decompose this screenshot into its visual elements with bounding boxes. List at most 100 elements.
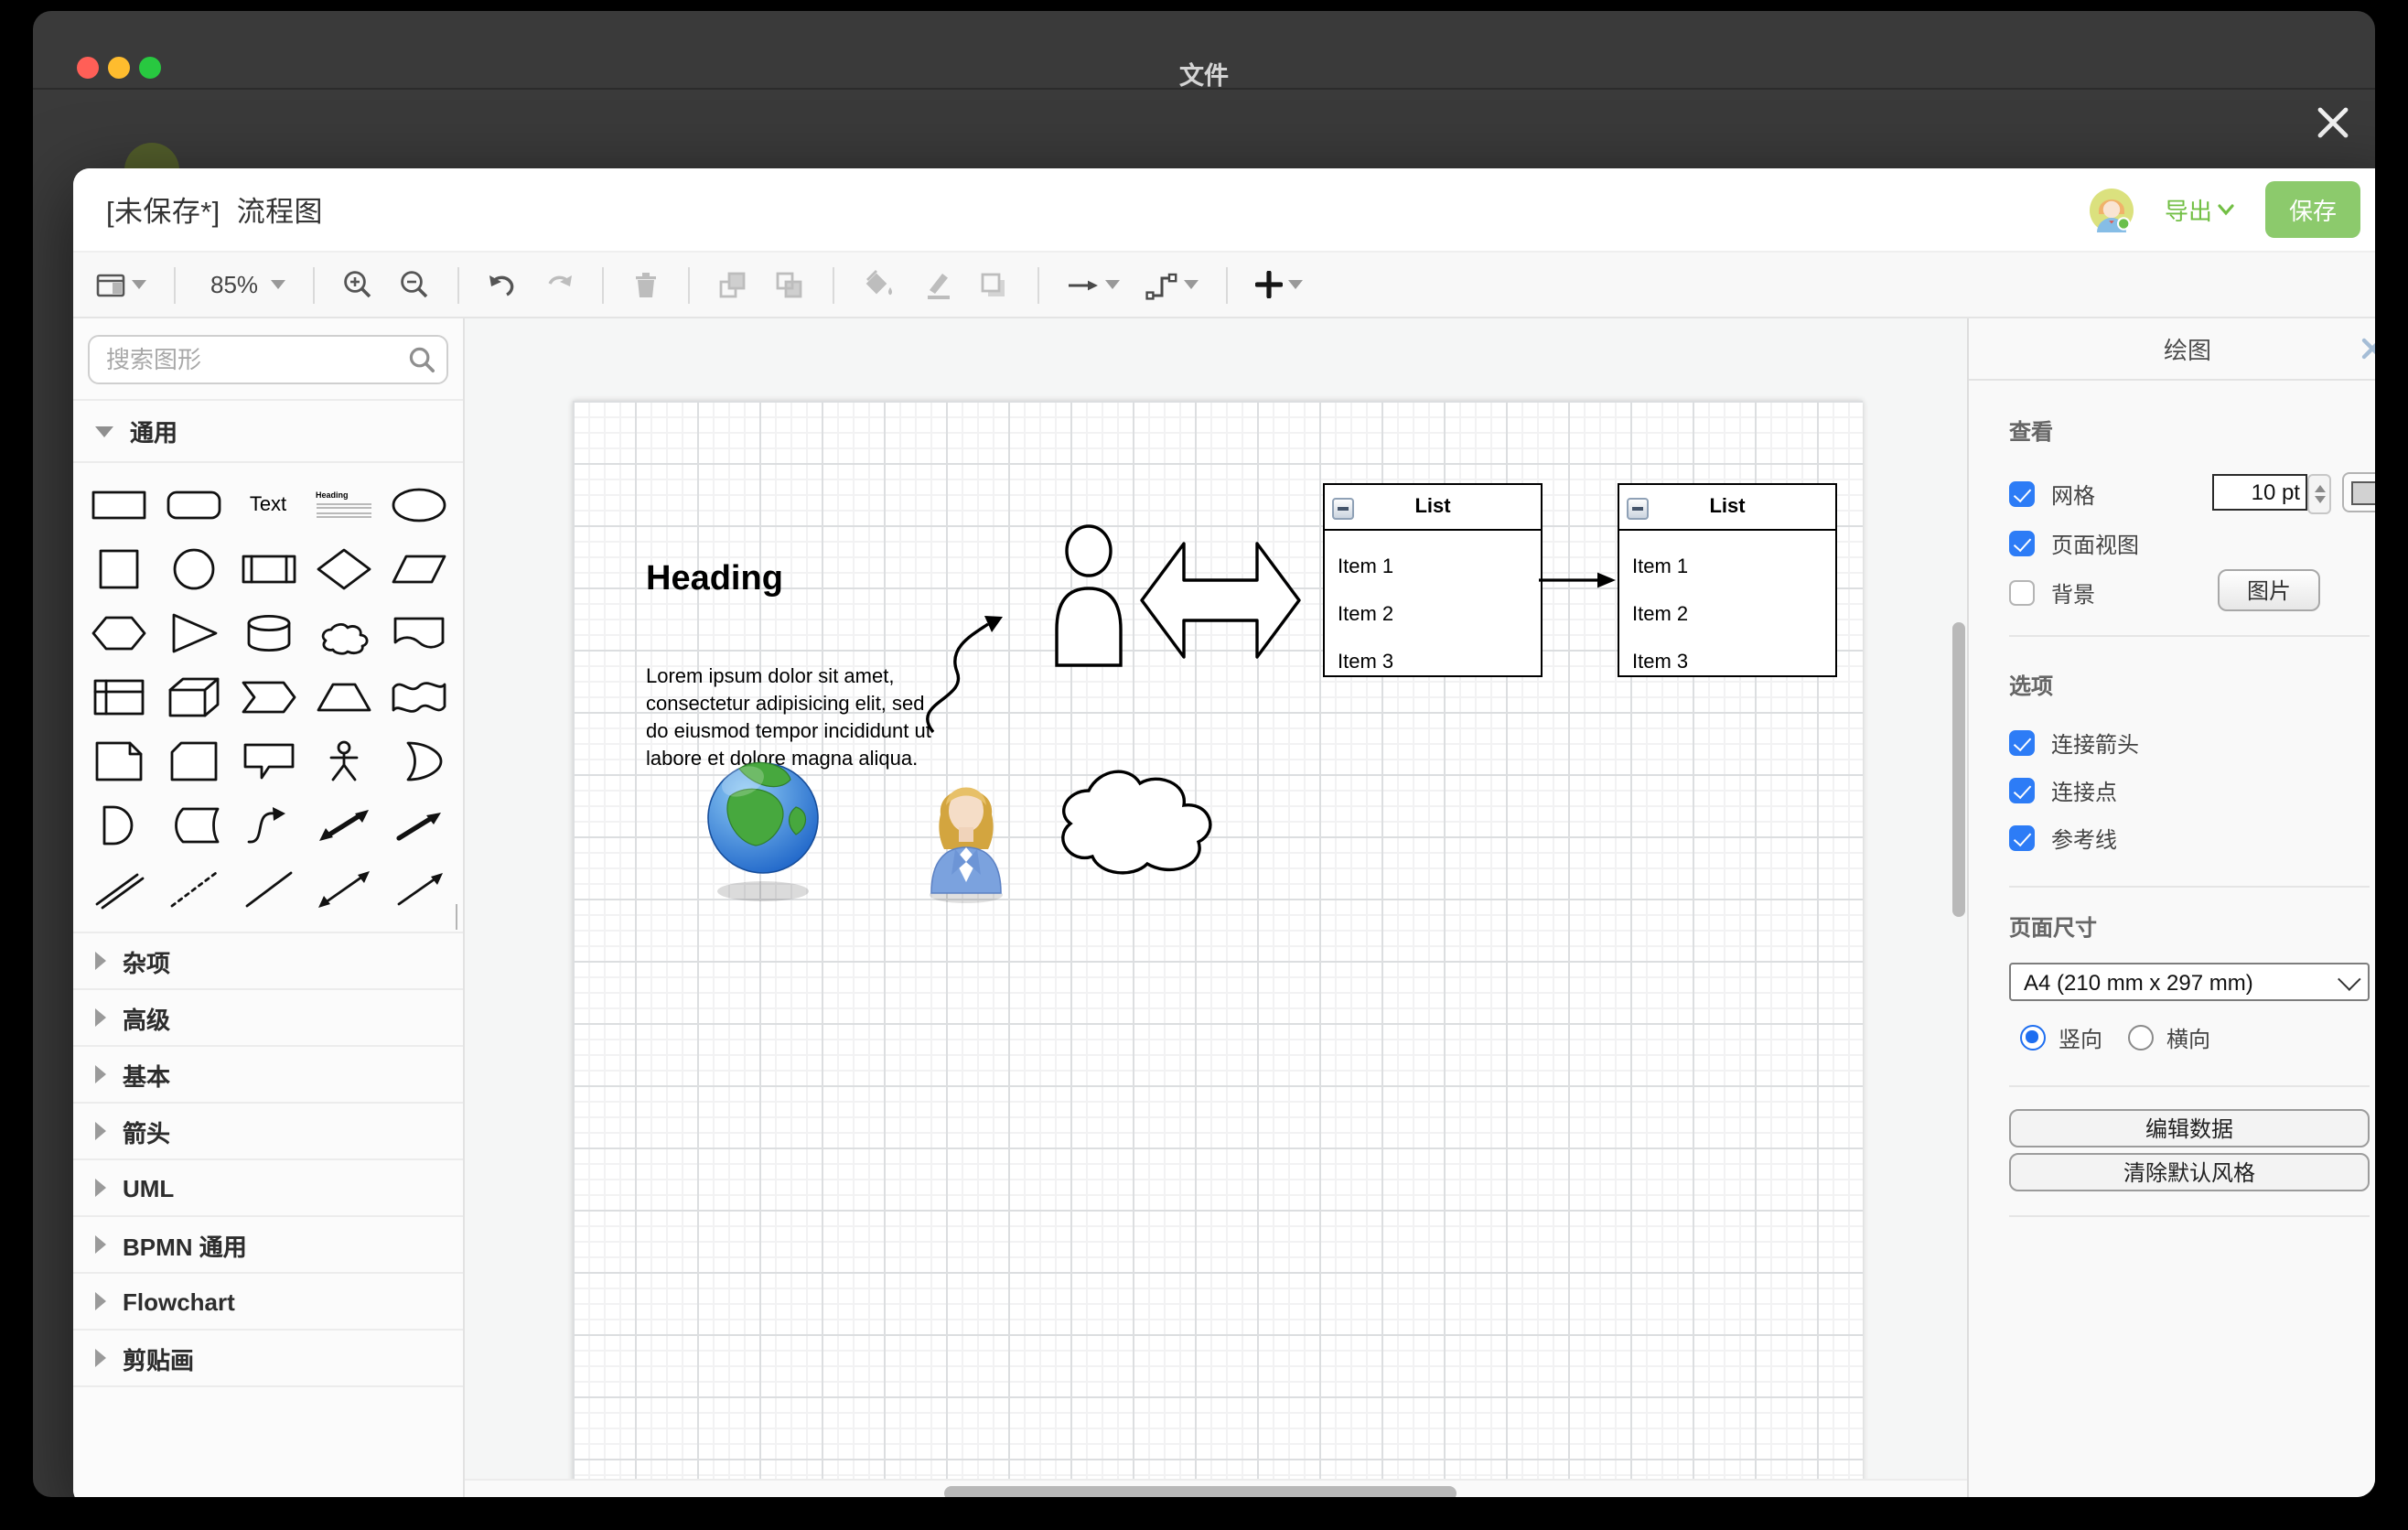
sidebar-section-clipart[interactable]: 剪贴画 <box>73 1329 463 1385</box>
shape-diamond[interactable] <box>306 536 381 600</box>
shape-document[interactable] <box>381 600 456 664</box>
shape-directional-connector[interactable] <box>381 857 456 921</box>
shape-cube[interactable] <box>156 664 231 728</box>
shape-circle[interactable] <box>156 536 231 600</box>
woman-clipart[interactable] <box>922 765 1010 904</box>
landscape-radio[interactable] <box>2128 1025 2154 1051</box>
guides-checkbox[interactable] <box>2009 825 2035 851</box>
search-input[interactable] <box>88 335 448 384</box>
sidebar-section-arrows[interactable]: 箭头 <box>73 1102 463 1158</box>
double-arrow-shape[interactable] <box>1140 525 1301 675</box>
shape-link[interactable] <box>81 857 156 921</box>
shape-triangle[interactable] <box>156 600 231 664</box>
shape-square[interactable] <box>81 536 156 600</box>
shape-step[interactable] <box>231 664 306 728</box>
list-item[interactable]: Item 3 <box>1619 639 1835 686</box>
delete-button[interactable] <box>626 266 666 303</box>
redo-button[interactable] <box>538 266 580 303</box>
shape-bidirectional-arrow[interactable] <box>306 792 381 857</box>
zoom-in-button[interactable] <box>337 265 379 304</box>
background-checkbox[interactable] <box>2009 580 2035 606</box>
canvas-heading-text[interactable]: Heading <box>646 560 783 600</box>
sidebar-section-bpmn[interactable]: BPMN 通用 <box>73 1215 463 1272</box>
curved-arrow-shape[interactable] <box>919 604 1028 747</box>
grid-color-button[interactable] <box>2342 472 2375 512</box>
to-back-button[interactable] <box>769 266 811 303</box>
sidebar-section-advanced[interactable]: 高级 <box>73 988 463 1045</box>
shape-actor[interactable] <box>306 728 381 792</box>
panel-close-icon[interactable] <box>2360 337 2375 361</box>
shape-hexagon[interactable] <box>81 600 156 664</box>
export-button[interactable]: 导出 <box>2165 192 2234 227</box>
list-item[interactable]: Item 1 <box>1619 544 1835 591</box>
shape-card[interactable] <box>156 728 231 792</box>
shape-trapezoid[interactable] <box>306 664 381 728</box>
shape-callout[interactable] <box>231 728 306 792</box>
fill-color-button[interactable] <box>856 265 900 304</box>
zoom-out-button[interactable] <box>393 265 435 304</box>
shape-tape[interactable] <box>381 664 456 728</box>
sidebar-section-flowchart[interactable]: Flowchart <box>73 1272 463 1329</box>
connector-arrow[interactable] <box>1539 567 1618 593</box>
shape-parallelogram[interactable] <box>381 536 456 600</box>
to-front-button[interactable] <box>712 266 754 303</box>
shape-text[interactable]: Text <box>231 472 306 536</box>
grid-size-input[interactable] <box>2212 474 2307 511</box>
connection-style-button[interactable] <box>1061 268 1125 301</box>
drawing-canvas[interactable]: Heading Lorem ipsum dolor sit amet, cons… <box>465 318 1967 1497</box>
connection-points-checkbox[interactable] <box>2009 778 2035 803</box>
shape-and[interactable] <box>81 792 156 857</box>
collapse-icon[interactable] <box>1627 498 1649 520</box>
shape-ellipse[interactable] <box>381 472 456 536</box>
shape-rectangle[interactable] <box>81 472 156 536</box>
shadow-button[interactable] <box>973 266 1016 303</box>
person-shape[interactable] <box>1052 523 1125 668</box>
shape-line[interactable] <box>231 857 306 921</box>
list-item[interactable]: Item 1 <box>1325 544 1541 591</box>
globe-clipart[interactable] <box>706 750 820 904</box>
list-item[interactable]: Item 3 <box>1325 639 1541 686</box>
sidebar-section-basic[interactable]: 基本 <box>73 1045 463 1102</box>
save-button[interactable]: 保存 <box>2265 181 2360 238</box>
line-color-button[interactable] <box>915 265 959 304</box>
shape-process[interactable] <box>231 536 306 600</box>
shape-textbox[interactable]: Heading <box>306 472 381 536</box>
connection-arrows-checkbox[interactable] <box>2009 730 2035 756</box>
shape-rounded-rectangle[interactable] <box>156 472 231 536</box>
shape-curve[interactable] <box>231 792 306 857</box>
zoom-level-dropdown[interactable]: 85% <box>198 267 291 302</box>
user-avatar[interactable] <box>2090 188 2134 232</box>
shape-dotted-line[interactable] <box>156 857 231 921</box>
shape-arrow[interactable] <box>381 792 456 857</box>
portrait-radio[interactable] <box>2020 1025 2046 1051</box>
waypoint-style-button[interactable] <box>1140 266 1204 303</box>
shape-internal-storage[interactable] <box>81 664 156 728</box>
shape-or[interactable] <box>381 728 456 792</box>
shape-cylinder[interactable] <box>231 600 306 664</box>
grid-checkbox[interactable] <box>2009 481 2035 507</box>
cloud-shape[interactable] <box>1045 745 1217 880</box>
background-image-button[interactable]: 图片 <box>2218 569 2320 611</box>
page-size-select[interactable]: A4 (210 mm x 297 mm) <box>2009 963 2370 1001</box>
undo-button[interactable] <box>481 266 523 303</box>
insert-button[interactable] <box>1250 267 1308 302</box>
collapse-icon[interactable] <box>1332 498 1354 520</box>
shape-cloud[interactable] <box>306 600 381 664</box>
sidebar-section-general[interactable]: 通用 <box>73 399 463 461</box>
list-item[interactable]: Item 2 <box>1325 591 1541 639</box>
list-shape[interactable]: List Item 1 Item 2 Item 3 <box>1618 483 1837 677</box>
list-item[interactable]: Item 2 <box>1619 591 1835 639</box>
grid-size-stepper[interactable] <box>2307 474 2331 514</box>
clear-default-style-button[interactable]: 清除默认风格 <box>2009 1153 2370 1191</box>
vertical-scrollbar[interactable] <box>1952 622 1965 917</box>
shape-bidirectional-connector[interactable] <box>306 857 381 921</box>
page-view-checkbox[interactable] <box>2009 531 2035 556</box>
shape-note[interactable] <box>81 728 156 792</box>
sidebar-section-misc[interactable]: 杂项 <box>73 932 463 988</box>
horizontal-scrollbar[interactable] <box>944 1486 1457 1497</box>
shape-data-storage[interactable] <box>156 792 231 857</box>
close-icon[interactable] <box>2313 102 2353 143</box>
view-mode-button[interactable] <box>90 266 152 303</box>
edit-data-button[interactable]: 编辑数据 <box>2009 1109 2370 1148</box>
sidebar-section-uml[interactable]: UML <box>73 1158 463 1215</box>
